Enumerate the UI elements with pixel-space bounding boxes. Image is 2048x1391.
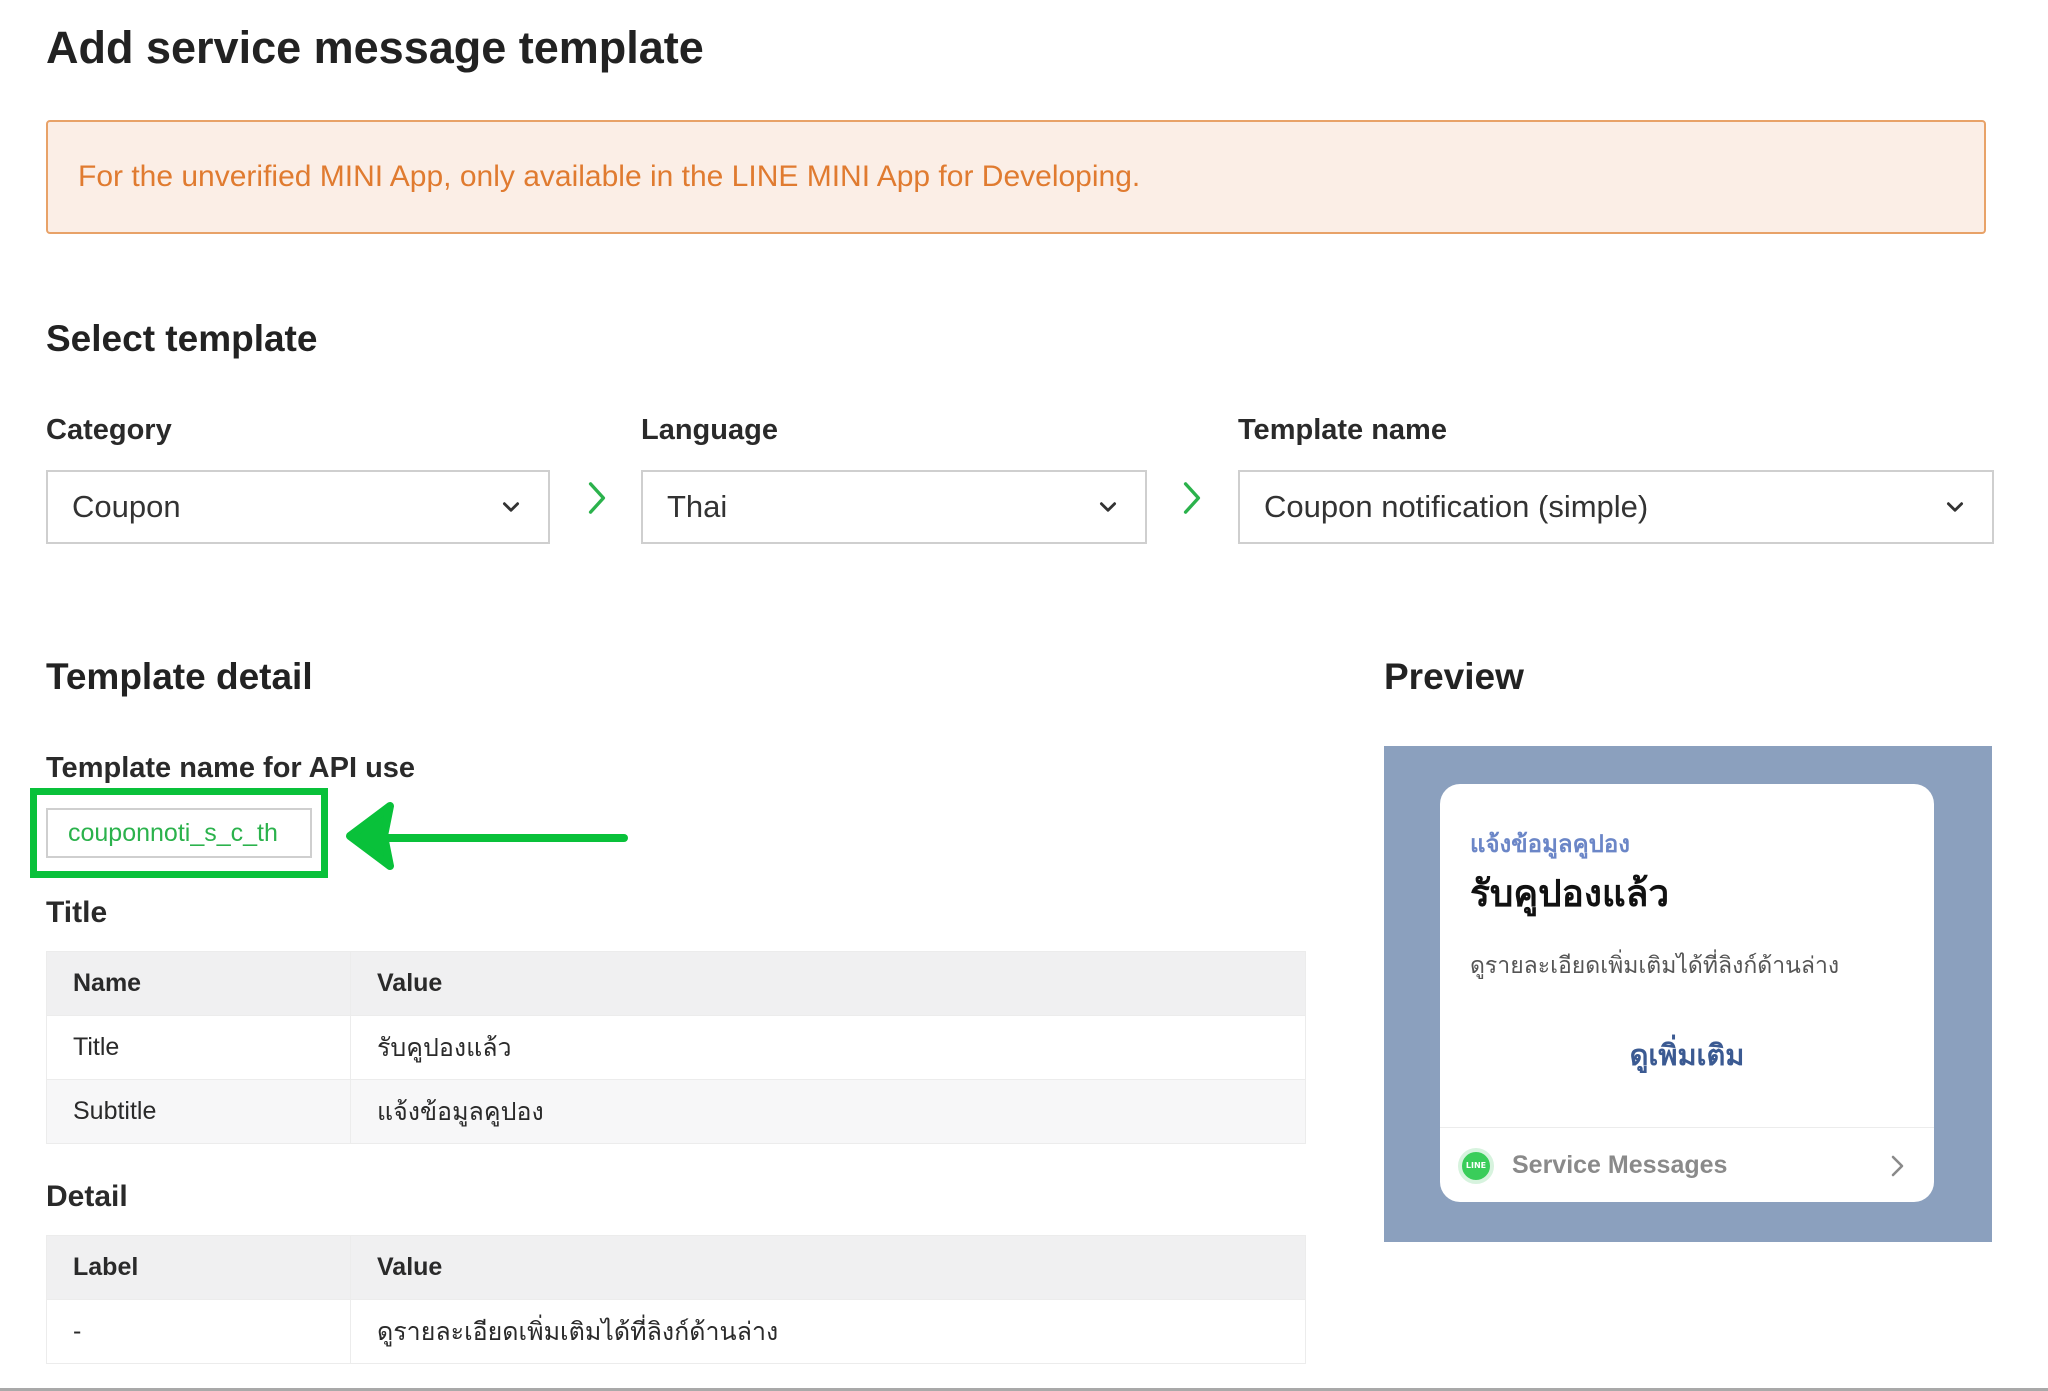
language-select[interactable]: Thai — [641, 470, 1147, 544]
cell-value: แจ้งข้อมูลคูปอง — [350, 1079, 1306, 1144]
detail-table: Label Value - ดูรายละเอียดเพิ่มเติมได้ที… — [46, 1235, 1306, 1364]
service-messages-label: Service Messages — [1512, 1151, 1728, 1179]
template-name-label: Template name — [1238, 414, 1447, 446]
table-header-row: Label Value — [46, 1235, 1306, 1300]
table-row: Title รับคูปองแล้ว — [46, 1015, 1306, 1080]
table-row: - ดูรายละเอียดเพิ่มเติมได้ที่ลิงก์ด้านล่… — [46, 1299, 1306, 1364]
cell-name: Subtitle — [46, 1079, 351, 1144]
chevron-right-icon — [1183, 482, 1201, 514]
category-value: Coupon — [72, 489, 181, 524]
chevron-down-icon — [502, 502, 520, 512]
api-name-label: Template name for API use — [46, 752, 416, 784]
template-detail-heading: Template detail — [46, 656, 313, 697]
select-template-heading: Select template — [46, 318, 318, 359]
alert-text: For the unverified MINI App, only availa… — [78, 160, 1141, 193]
line-logo-icon: LINE — [1458, 1147, 1494, 1184]
chevron-right-icon — [588, 482, 606, 514]
preview-message-card: แจ้งข้อมูลคูปอง รับคูปองแล้ว ดูรายละเอีย… — [1440, 784, 1934, 1202]
chevron-down-icon — [1946, 502, 1964, 512]
category-select[interactable]: Coupon — [46, 470, 550, 544]
arrow-left-icon — [339, 793, 636, 879]
column-header-value: Value — [350, 1235, 1306, 1300]
cell-value: รับคูปองแล้ว — [350, 1015, 1306, 1080]
column-header-name: Name — [46, 951, 351, 1016]
language-label: Language — [641, 414, 778, 446]
line-logo-text: LINE — [1465, 1161, 1487, 1170]
preview-subtitle: แจ้งข้อมูลคูปอง — [1470, 831, 1631, 858]
column-header-value: Value — [350, 951, 1306, 1016]
template-name-value: Coupon notification (simple) — [1264, 489, 1649, 524]
unverified-alert: For the unverified MINI App, only availa… — [46, 120, 1986, 234]
preview-detail: ดูรายละเอียดเพิ่มเติมได้ที่ลิงก์ด้านล่าง — [1470, 952, 1840, 978]
service-messages-footer[interactable]: LINE Service Messages — [1440, 1127, 1934, 1202]
table-header-row: Name Value — [46, 951, 1306, 1016]
detail-section-heading: Detail — [46, 1180, 128, 1213]
table-row: Subtitle แจ้งข้อมูลคูปอง — [46, 1079, 1306, 1144]
preview-heading: Preview — [1384, 656, 1524, 697]
highlight-box — [30, 788, 328, 878]
title-table: Name Value Title รับคูปองแล้ว Subtitle แ… — [46, 951, 1306, 1144]
title-section-heading: Title — [46, 896, 108, 929]
category-label: Category — [46, 414, 172, 446]
cell-label: - — [46, 1299, 351, 1364]
cell-name: Title — [46, 1015, 351, 1080]
chevron-right-icon — [1891, 1155, 1904, 1177]
page-title: Add service message template — [46, 22, 704, 73]
column-header-label: Label — [46, 1235, 351, 1300]
chevron-down-icon — [1099, 502, 1117, 512]
cell-value: ดูรายละเอียดเพิ่มเติมได้ที่ลิงก์ด้านล่าง — [350, 1299, 1306, 1364]
language-value: Thai — [667, 489, 728, 524]
preview-title: รับคูปองแล้ว — [1470, 873, 1670, 914]
preview-more-button[interactable]: ดูเพิ่มเติม — [1440, 1032, 1934, 1078]
template-name-select[interactable]: Coupon notification (simple) — [1238, 470, 1994, 544]
